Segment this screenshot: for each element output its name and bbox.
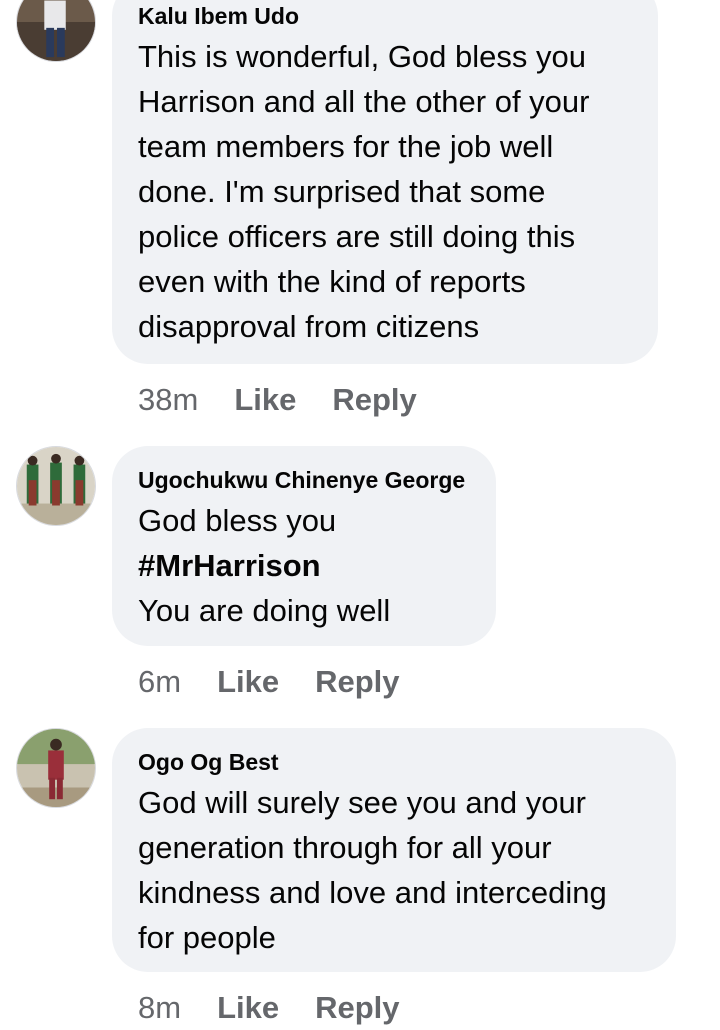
comment-bubble: Ugochukwu Chinenye George God bless you … bbox=[112, 446, 496, 646]
like-button[interactable]: Like bbox=[217, 664, 279, 699]
comment-timestamp[interactable]: 6m bbox=[138, 664, 181, 699]
comment-text: God will surely see you and your generat… bbox=[138, 785, 607, 955]
comment-bubble: Ogo Og Best God will surely see you and … bbox=[112, 728, 676, 972]
comment-text-line: God bless you bbox=[138, 503, 337, 538]
like-button[interactable]: Like bbox=[234, 382, 296, 417]
hashtag-link[interactable]: #MrHarrison bbox=[138, 543, 470, 588]
comment-text: God bless you #MrHarrison You are doing … bbox=[138, 498, 470, 633]
like-button[interactable]: Like bbox=[217, 990, 279, 1025]
reply-button[interactable]: Reply bbox=[315, 990, 399, 1025]
comment-author[interactable]: Ugochukwu Chinenye George bbox=[138, 466, 470, 494]
avatar[interactable] bbox=[16, 0, 96, 62]
comment-timestamp[interactable]: 8m bbox=[138, 990, 181, 1025]
comment-text: This is wonderful, God bless you Harriso… bbox=[138, 39, 590, 344]
comment-actions: 6m Like Reply bbox=[138, 664, 436, 700]
comment-bubble: Kalu Ibem Udo This is wonderful, God ble… bbox=[112, 0, 658, 364]
comment-actions: 8m Like Reply bbox=[138, 990, 436, 1026]
profile-photo-icon bbox=[17, 729, 95, 807]
avatar[interactable] bbox=[16, 728, 96, 808]
reply-button[interactable]: Reply bbox=[332, 382, 416, 417]
avatar[interactable] bbox=[16, 446, 96, 526]
reply-button[interactable]: Reply bbox=[315, 664, 399, 699]
comments-thread: Kalu Ibem Udo This is wonderful, God ble… bbox=[0, 0, 720, 1030]
profile-photo-icon bbox=[17, 0, 95, 61]
comment-text-line: You are doing well bbox=[138, 593, 391, 628]
comment-author[interactable]: Ogo Og Best bbox=[138, 748, 650, 776]
comment-actions: 38m Like Reply bbox=[138, 382, 453, 418]
comment-author[interactable]: Kalu Ibem Udo bbox=[138, 2, 632, 30]
comment-timestamp[interactable]: 38m bbox=[138, 382, 198, 417]
profile-photo-icon bbox=[17, 447, 95, 525]
